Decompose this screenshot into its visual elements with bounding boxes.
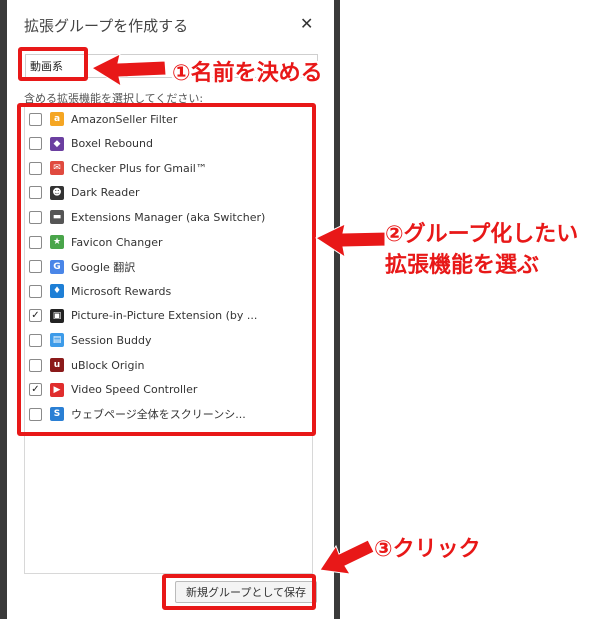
annotation-step2-line2: 拡張機能を選ぶ: [385, 253, 540, 278]
annotation-step1: ①名前を決める: [172, 61, 323, 86]
annotation-step3: ③クリック: [374, 537, 481, 562]
annotation-step2-line1: ②グループ化したい: [385, 222, 579, 247]
annotation-arrow-1: [90, 53, 386, 575]
